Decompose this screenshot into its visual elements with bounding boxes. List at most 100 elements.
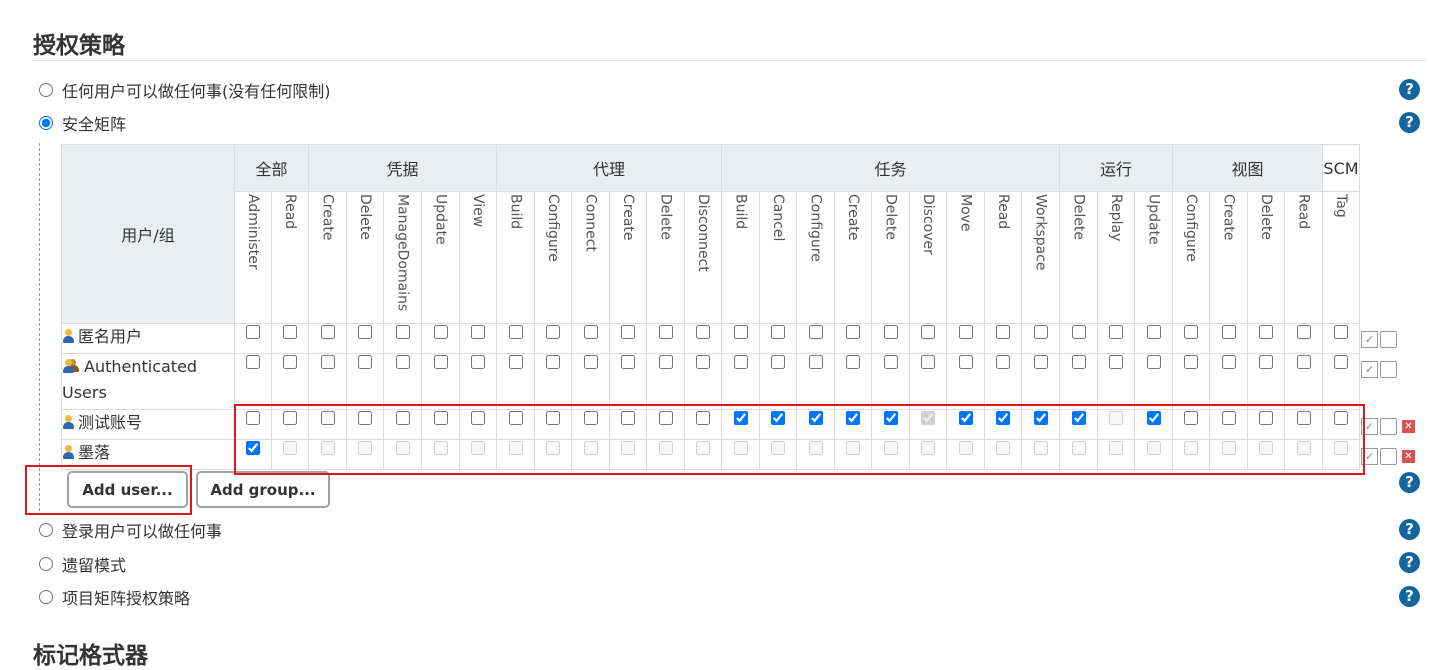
permission-checkbox[interactable] <box>1184 355 1198 369</box>
permission-checkbox[interactable] <box>1296 441 1311 455</box>
radio-logged-in-anything[interactable] <box>39 523 53 537</box>
delete-entry-icon[interactable]: ✕ <box>1402 450 1415 463</box>
permission-checkbox[interactable] <box>996 355 1010 369</box>
permission-checkbox[interactable] <box>583 411 598 425</box>
permission-checkbox[interactable] <box>1259 411 1273 425</box>
permission-checkbox[interactable] <box>583 355 598 369</box>
permission-checkbox[interactable] <box>771 441 785 455</box>
permission-checkbox[interactable] <box>283 325 297 339</box>
permission-checkbox[interactable] <box>1221 441 1236 455</box>
permission-checkbox[interactable] <box>358 411 372 425</box>
permission-checkbox[interactable] <box>921 325 935 339</box>
permission-checkbox[interactable] <box>696 441 710 455</box>
permission-checkbox[interactable] <box>1334 355 1348 369</box>
permission-checkbox[interactable] <box>433 411 448 425</box>
permission-checkbox[interactable] <box>696 411 710 425</box>
radio-anyone-anything[interactable] <box>39 83 53 97</box>
permission-checkbox[interactable] <box>958 325 973 339</box>
permission-checkbox[interactable] <box>921 411 935 425</box>
permission-checkbox[interactable] <box>1334 411 1348 425</box>
permission-checkbox[interactable] <box>846 355 860 369</box>
permission-checkbox[interactable] <box>433 441 448 455</box>
permission-checkbox[interactable] <box>471 411 485 425</box>
option-legacy-mode[interactable]: 遗留模式 <box>39 552 126 576</box>
permission-checkbox[interactable] <box>246 411 260 425</box>
permission-checkbox[interactable] <box>621 325 635 339</box>
option-logged-in-anything[interactable]: 登录用户可以做任何事 <box>39 518 222 542</box>
permission-checkbox[interactable] <box>246 355 260 369</box>
permission-checkbox[interactable] <box>1146 325 1161 339</box>
permission-checkbox[interactable] <box>771 355 785 369</box>
permission-checkbox[interactable] <box>546 441 560 455</box>
option-anyone-anything[interactable]: 任何用户可以做任何事(没有任何限制) <box>39 78 331 102</box>
unselect-all-icon[interactable] <box>1380 361 1397 378</box>
select-all-icon[interactable]: ✓ <box>1361 448 1378 465</box>
radio-project-matrix[interactable] <box>39 590 53 604</box>
permission-checkbox[interactable] <box>1033 411 1048 425</box>
help-icon[interactable]: ? <box>1399 112 1420 133</box>
option-project-matrix[interactable]: 项目矩阵授权策略 <box>39 585 190 609</box>
permission-checkbox[interactable] <box>471 441 485 455</box>
permission-checkbox[interactable] <box>658 325 673 339</box>
unselect-all-icon[interactable] <box>1380 448 1397 465</box>
permission-checkbox[interactable] <box>1259 441 1273 455</box>
permission-checkbox[interactable] <box>358 441 372 455</box>
help-icon[interactable]: ? <box>1399 519 1420 540</box>
permission-checkbox[interactable] <box>808 355 823 369</box>
help-icon[interactable]: ? <box>1399 472 1420 493</box>
option-security-matrix[interactable]: 安全矩阵 <box>39 111 126 135</box>
permission-checkbox[interactable] <box>395 355 410 369</box>
permission-checkbox[interactable] <box>921 355 935 369</box>
permission-checkbox[interactable] <box>996 411 1010 425</box>
permission-checkbox[interactable] <box>508 411 523 425</box>
permission-checkbox[interactable] <box>1109 325 1123 339</box>
permission-checkbox[interactable] <box>883 441 898 455</box>
permission-checkbox[interactable] <box>846 325 860 339</box>
permission-checkbox[interactable] <box>658 355 673 369</box>
permission-checkbox[interactable] <box>658 441 673 455</box>
permission-checkbox[interactable] <box>546 355 560 369</box>
permission-checkbox[interactable] <box>1221 411 1236 425</box>
permission-checkbox[interactable] <box>433 325 448 339</box>
permission-checkbox[interactable] <box>958 441 973 455</box>
permission-checkbox[interactable] <box>320 411 335 425</box>
unselect-all-icon[interactable] <box>1380 331 1397 348</box>
permission-checkbox[interactable] <box>883 325 898 339</box>
permission-checkbox[interactable] <box>395 325 410 339</box>
permission-checkbox[interactable] <box>358 325 372 339</box>
permission-checkbox[interactable] <box>996 441 1010 455</box>
permission-checkbox[interactable] <box>883 411 898 425</box>
permission-checkbox[interactable] <box>1071 355 1086 369</box>
help-icon[interactable]: ? <box>1399 586 1420 607</box>
permission-checkbox[interactable] <box>546 411 560 425</box>
permission-checkbox[interactable] <box>508 355 523 369</box>
permission-checkbox[interactable] <box>733 355 748 369</box>
permission-checkbox[interactable] <box>958 355 973 369</box>
permission-checkbox[interactable] <box>1184 441 1198 455</box>
permission-checkbox[interactable] <box>1296 355 1311 369</box>
permission-checkbox[interactable] <box>733 411 748 425</box>
permission-checkbox[interactable] <box>921 441 935 455</box>
permission-checkbox[interactable] <box>883 355 898 369</box>
add-user-button[interactable]: Add user... <box>67 471 188 508</box>
permission-checkbox[interactable] <box>1296 411 1311 425</box>
permission-checkbox[interactable] <box>320 325 335 339</box>
permission-checkbox[interactable] <box>846 411 860 425</box>
unselect-all-icon[interactable] <box>1380 418 1397 435</box>
permission-checkbox[interactable] <box>1146 441 1161 455</box>
permission-checkbox[interactable] <box>395 441 410 455</box>
permission-checkbox[interactable] <box>1109 411 1123 425</box>
permission-checkbox[interactable] <box>621 355 635 369</box>
select-all-icon[interactable]: ✓ <box>1361 361 1378 378</box>
permission-checkbox[interactable] <box>283 411 297 425</box>
radio-security-matrix[interactable] <box>39 116 53 130</box>
permission-checkbox[interactable] <box>1109 355 1123 369</box>
permission-checkbox[interactable] <box>583 325 598 339</box>
permission-checkbox[interactable] <box>583 441 598 455</box>
permission-checkbox[interactable] <box>246 325 260 339</box>
permission-checkbox[interactable] <box>320 441 335 455</box>
select-all-icon[interactable]: ✓ <box>1361 331 1378 348</box>
permission-checkbox[interactable] <box>771 325 785 339</box>
permission-checkbox[interactable] <box>283 355 297 369</box>
permission-checkbox[interactable] <box>1259 355 1273 369</box>
